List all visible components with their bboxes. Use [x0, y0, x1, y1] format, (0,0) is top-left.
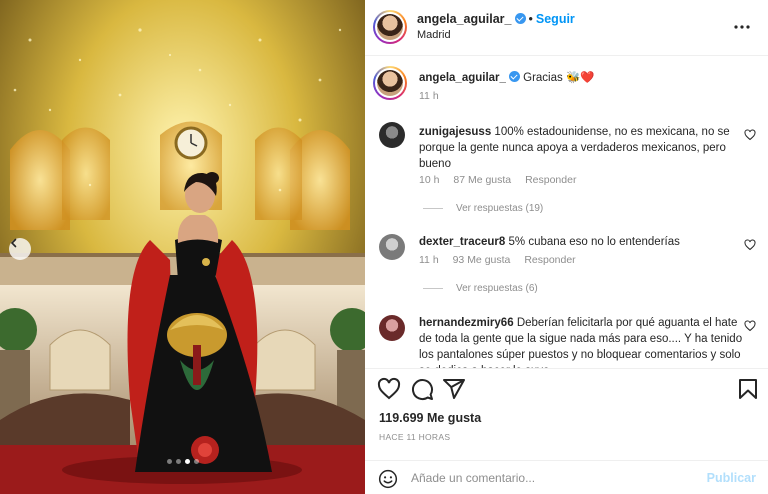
author-line: angela_aguilar_ • Seguir — [417, 12, 575, 26]
heart-icon[interactable] — [744, 129, 756, 141]
view-replies-button[interactable]: Ver respuestas (19) — [423, 203, 543, 214]
caption-body: Gracias 🐝❤️ — [523, 72, 595, 84]
verified-icon — [508, 71, 520, 82]
caption-username[interactable]: angela_aguilar_ — [419, 72, 506, 84]
verified-icon — [514, 13, 526, 24]
post-actions — [365, 368, 768, 408]
carousel-dot — [166, 459, 172, 464]
comments-list[interactable]: angela_aguilar_ Gracias 🐝❤️ 11 h zunigaj… — [365, 56, 768, 368]
post-image[interactable] — [0, 0, 365, 494]
comment-meta: 11 h 93 Me gusta Responder — [419, 254, 587, 266]
post-side-panel: angela_aguilar_ • Seguir Madrid angela_agu… — [365, 0, 768, 494]
comment-likes[interactable]: 93 Me gusta — [453, 254, 511, 266]
caption-avatar[interactable] — [373, 66, 407, 100]
post-header: angela_aguilar_ • Seguir Madrid — [365, 0, 768, 56]
reply-button[interactable]: Responder — [525, 174, 576, 186]
view-replies-button[interactable]: Ver respuestas (6) — [423, 283, 538, 294]
comment-likes[interactable]: 87 Me gusta — [453, 174, 511, 186]
caption-text: angela_aguilar_ Gracias 🐝❤️ — [419, 70, 744, 86]
commenter-avatar[interactable] — [379, 315, 405, 341]
heart-icon[interactable] — [744, 239, 756, 251]
comment-time: 10 h — [419, 174, 440, 186]
publish-button[interactable]: Publicar — [707, 471, 756, 485]
view-replies-label: Ver respuestas (19) — [456, 203, 544, 214]
follow-button[interactable]: Seguir — [536, 12, 575, 26]
comment-body: 5% cubana eso no lo entenderías — [508, 236, 680, 248]
view-replies-label: Ver respuestas (6) — [456, 283, 538, 294]
comment-text: dexter_traceur8 5% cubana eso no lo ente… — [419, 234, 744, 250]
share-icon[interactable] — [442, 377, 466, 401]
caption-meta: 11 h — [419, 90, 450, 102]
emoji-icon[interactable] — [378, 469, 398, 489]
comment-text: zunigajesuss 100% estadounidense, no es … — [419, 124, 744, 172]
caption-time: 11 h — [419, 90, 439, 102]
comment-username[interactable]: hernandezmiry66 — [419, 317, 514, 329]
carousel-dot — [175, 459, 181, 464]
post-timestamp: HACE 11 HORAS — [379, 432, 451, 442]
add-comment-bar: Publicar — [365, 460, 768, 494]
comment-meta: 10 h 87 Me gusta Responder — [419, 174, 587, 186]
author-avatar[interactable] — [373, 10, 407, 44]
post-location[interactable]: Madrid — [417, 29, 451, 41]
comment-input[interactable] — [411, 471, 711, 485]
comment-username[interactable]: dexter_traceur8 — [419, 236, 505, 248]
post-photo-illustration — [0, 0, 365, 494]
heart-icon[interactable] — [744, 320, 756, 332]
comment-time: 11 h — [419, 254, 439, 266]
carousel-dot — [193, 459, 199, 464]
author-username[interactable]: angela_aguilar_ — [417, 12, 512, 26]
separator-dot: • — [528, 12, 533, 26]
reply-button[interactable]: Responder — [524, 254, 575, 266]
carousel-dot-active — [184, 459, 190, 464]
more-icon[interactable] — [732, 17, 752, 37]
comment-username[interactable]: zunigajesuss — [419, 126, 491, 138]
commenter-avatar[interactable] — [379, 234, 405, 260]
bookmark-icon[interactable] — [736, 377, 760, 401]
instagram-post-view: angela_aguilar_ • Seguir Madrid angela_agu… — [0, 0, 768, 494]
commenter-avatar[interactable] — [379, 122, 405, 148]
comment-text: hernandezmiry66 Deberían felicitarla por… — [419, 315, 744, 368]
heart-icon[interactable] — [377, 377, 401, 401]
chevron-left-icon — [10, 238, 17, 248]
comment-icon[interactable] — [410, 377, 434, 401]
carousel-dots — [0, 459, 365, 464]
carousel-prev-button[interactable] — [9, 238, 31, 260]
likes-count[interactable]: 119.699 Me gusta — [379, 411, 481, 425]
